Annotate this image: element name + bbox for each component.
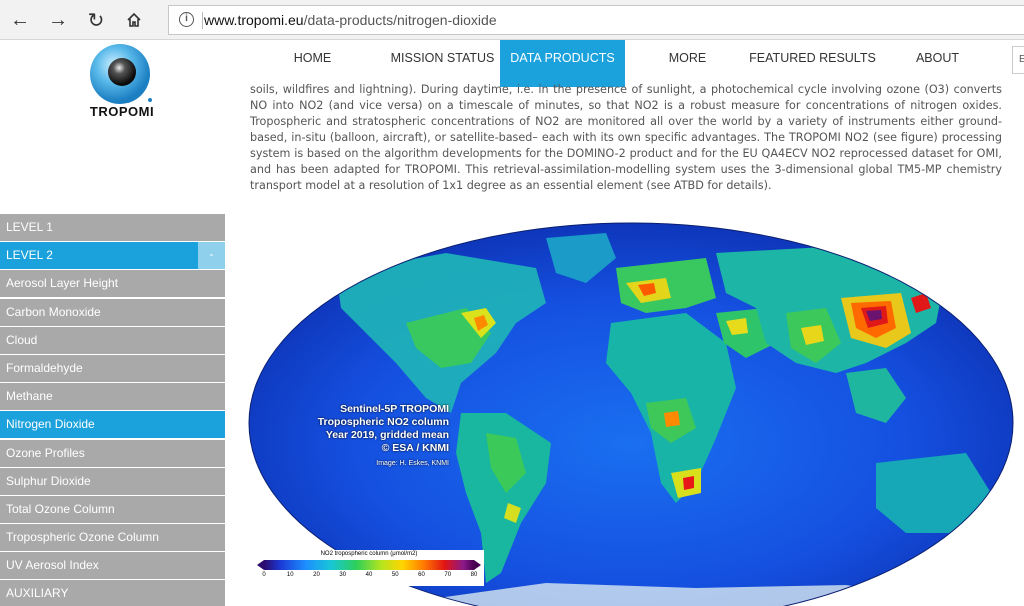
sidebar-item-label: Cloud bbox=[6, 332, 38, 347]
url-path: /data-products/nitrogen-dioxide bbox=[303, 12, 497, 28]
home-icon[interactable] bbox=[120, 6, 148, 34]
sidebar-item-tropospheric-ozone-column[interactable]: Tropospheric Ozone Column bbox=[0, 524, 225, 552]
sidebar-item-level-2[interactable]: LEVEL 2 - bbox=[0, 242, 225, 270]
article-paragraph: soils, wildfires and lightning). During … bbox=[250, 83, 1002, 192]
search-input[interactable]: E bbox=[1012, 46, 1024, 74]
no2-world-map-figure: Sentinel-5P TROPOMI Tropospheric NO2 col… bbox=[246, 213, 1024, 606]
address-bar[interactable]: i www.tropomi.eu/data-products/nitrogen-… bbox=[168, 5, 1024, 35]
forward-arrow-icon[interactable]: → bbox=[44, 6, 72, 34]
sidebar-item-label: Carbon Monoxide bbox=[6, 304, 101, 319]
sidebar-item-label: Aerosol Layer Height bbox=[6, 276, 119, 291]
address-separator bbox=[202, 12, 203, 29]
colorbar-legend: NO2 tropospheric column (μmol/m2) 0 10 2… bbox=[254, 550, 484, 586]
nav-featured-results[interactable]: FEATURED RESULTS bbox=[745, 40, 880, 87]
sidebar-item-label: Total Ozone Column bbox=[6, 501, 115, 516]
sidebar-item-total-ozone-column[interactable]: Total Ozone Column bbox=[0, 495, 225, 523]
site-info-icon[interactable]: i bbox=[179, 12, 194, 27]
sidebar-item-auxiliary[interactable]: AUXILIARY bbox=[0, 580, 225, 606]
nav-data-products[interactable]: DATA PRODUCTS bbox=[500, 40, 625, 87]
url-text[interactable]: www.tropomi.eu/data-products/nitrogen-di… bbox=[204, 12, 497, 28]
colorbar-tick: 30 bbox=[339, 572, 347, 578]
sidebar-item-uv-aerosol-index[interactable]: UV Aerosol Index bbox=[0, 552, 225, 580]
sidebar-item-label: LEVEL 2 bbox=[6, 248, 53, 263]
colorbar-tick: 40 bbox=[365, 572, 373, 578]
colorbar-tick: 50 bbox=[391, 572, 399, 578]
colorbar-tick: 10 bbox=[286, 572, 294, 578]
collapse-toggle[interactable]: - bbox=[198, 242, 225, 270]
logo-text[interactable]: TROPOMI bbox=[86, 104, 158, 119]
sidebar-item-label: LEVEL 1 bbox=[6, 220, 53, 234]
nav-about[interactable]: ABOUT bbox=[895, 40, 980, 87]
nav-mission-status[interactable]: MISSION STATUS bbox=[380, 40, 505, 87]
sidebar-item-ozone-profiles[interactable]: Ozone Profiles bbox=[0, 439, 225, 467]
image-credit: Image: H. Eskes, KNMI bbox=[376, 460, 449, 467]
sidebar-item-sulphur-dioxide[interactable]: Sulphur Dioxide bbox=[0, 467, 225, 495]
colorbar-tick: 0 bbox=[262, 572, 266, 578]
sidebar-item-label: UV Aerosol Index bbox=[6, 558, 99, 573]
main-nav: HOME MISSION STATUS DATA PRODUCTS MORE F… bbox=[250, 40, 1024, 87]
sidebar-item-formaldehyde[interactable]: Formaldehyde bbox=[0, 354, 225, 382]
browser-toolbar: ← → ↻ i www.tropomi.eu/data-products/nit… bbox=[0, 0, 1024, 40]
sidebar-item-label: Tropospheric Ozone Column bbox=[6, 530, 159, 545]
sidebar-item-label: Methane bbox=[6, 389, 53, 404]
sidebar-item-carbon-monoxide[interactable]: Carbon Monoxide bbox=[0, 298, 225, 326]
colorbar-tick: 80 bbox=[470, 572, 478, 578]
sidebar-item-methane[interactable]: Methane bbox=[0, 383, 225, 411]
back-arrow-icon[interactable]: ← bbox=[6, 6, 34, 34]
caption-line: © ESA / KNMI bbox=[381, 442, 449, 454]
sidebar-item-aerosol-layer-height[interactable]: Aerosol Layer Height bbox=[0, 270, 225, 298]
colorbar-tick: 70 bbox=[444, 572, 452, 578]
url-domain: www.tropomi.eu bbox=[204, 12, 304, 28]
sidebar-item-label: Nitrogen Dioxide bbox=[6, 417, 95, 432]
caption-line: Year 2019, gridded mean bbox=[325, 429, 449, 441]
reload-icon[interactable]: ↻ bbox=[82, 6, 110, 34]
colorbar-ticks: 0 10 20 30 40 50 60 70 80 bbox=[262, 572, 477, 582]
colorbar-tick: 60 bbox=[418, 572, 425, 578]
sidebar-item-level-1[interactable]: LEVEL 1 bbox=[0, 214, 225, 241]
sidebar-item-label: Formaldehyde bbox=[6, 360, 83, 375]
figure-caption: Sentinel-5P TROPOMI Tropospheric NO2 col… bbox=[249, 403, 449, 470]
sidebar-item-label: Ozone Profiles bbox=[6, 445, 85, 460]
sidebar-item-nitrogen-dioxide[interactable]: Nitrogen Dioxide bbox=[0, 411, 225, 439]
colorbar-gradient bbox=[264, 560, 474, 570]
caption-line: Tropospheric NO2 column bbox=[317, 416, 449, 428]
colorbar-title: NO2 tropospheric column (μmol/m2) bbox=[320, 551, 418, 557]
sidebar: LEVEL 1 LEVEL 2 - Aerosol Layer Height Ca… bbox=[0, 214, 225, 606]
sidebar-item-label: AUXILIARY bbox=[6, 586, 69, 601]
nav-more[interactable]: MORE bbox=[645, 40, 730, 87]
colorbar-left-arrow bbox=[257, 560, 264, 570]
sidebar-item-label: Sulphur Dioxide bbox=[6, 473, 91, 488]
nav-home[interactable]: HOME bbox=[270, 40, 355, 87]
caption-line: Sentinel-5P TROPOMI bbox=[340, 403, 449, 415]
article-text: soils, wildfires and lightning). During … bbox=[250, 82, 1002, 194]
colorbar-right-arrow bbox=[474, 560, 481, 570]
sidebar-item-cloud[interactable]: Cloud bbox=[0, 326, 225, 354]
colorbar-tick: 20 bbox=[313, 572, 320, 578]
